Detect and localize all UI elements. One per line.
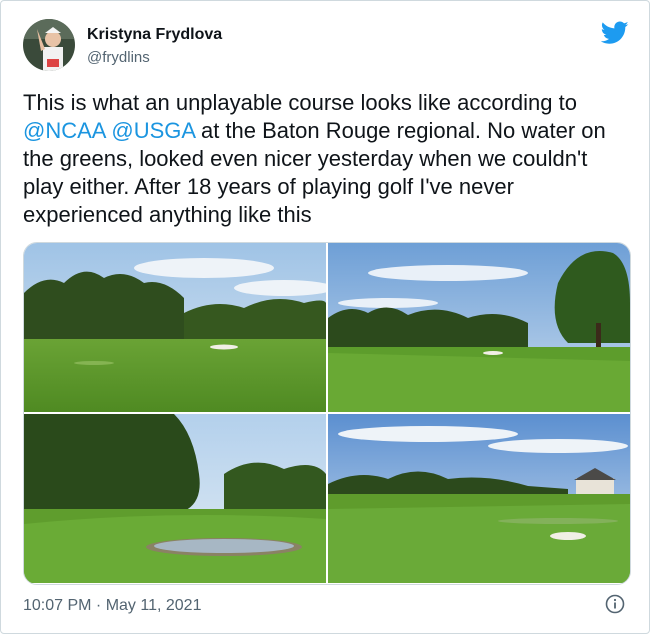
media-grid — [23, 242, 631, 585]
author-display-name[interactable]: Kristyna Frydlova — [87, 26, 222, 44]
tweet-date[interactable]: May 11, 2021 — [106, 597, 202, 614]
tweet-card[interactable]: Kristyna Frydlova @frydlins This is what… — [0, 0, 650, 634]
mention-usga-link[interactable]: @USGA — [111, 118, 194, 143]
photo-2[interactable] — [328, 243, 630, 412]
tweet-time[interactable]: 10:07 PM — [23, 597, 91, 614]
timestamp-separator: · — [91, 597, 106, 614]
info-icon[interactable] — [605, 594, 625, 614]
tweet-text-part1: This is what an unplayable course looks … — [23, 90, 577, 115]
author-avatar[interactable] — [23, 19, 75, 71]
mention-ncaa-link[interactable]: @NCAA — [23, 118, 105, 143]
tweet-timestamp[interactable]: 10:07 PM · May 11, 2021 — [23, 597, 201, 615]
photo-3[interactable] — [24, 414, 326, 583]
author-handle[interactable]: @frydlins — [87, 49, 150, 66]
photo-1[interactable] — [24, 243, 326, 412]
twitter-bird-icon[interactable] — [600, 21, 629, 45]
photo-4[interactable] — [328, 414, 630, 583]
tweet-text: This is what an unplayable course looks … — [23, 89, 629, 229]
